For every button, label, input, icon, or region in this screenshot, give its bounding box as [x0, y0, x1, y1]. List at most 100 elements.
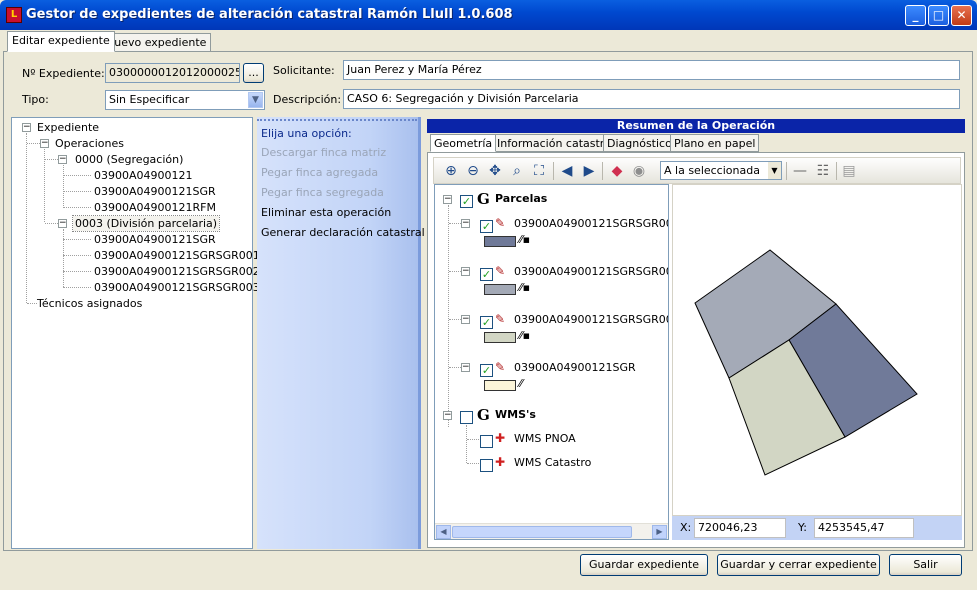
collapse-icon[interactable]: − [443, 411, 452, 420]
collapse-icon[interactable]: − [461, 363, 470, 372]
tab-geometria[interactable]: Geometría [430, 134, 497, 152]
group-icon: G [477, 190, 490, 208]
tab-editar-expediente[interactable]: Editar expediente [7, 31, 115, 52]
tree-item[interactable]: 03900A04900121SGRSGR001 [94, 248, 260, 263]
group-wms[interactable]: WMS's [495, 408, 536, 421]
layer-item[interactable]: 03900A04900121SGRSGR003 [514, 217, 668, 230]
zoom-select-value: A la seleccionada [664, 164, 760, 177]
option-pegar-agregada[interactable]: Pegar finca agregada [261, 166, 378, 179]
tree-item[interactable]: 03900A04900121SGR [94, 184, 216, 199]
layer-swatch [484, 380, 516, 391]
layer-checkbox[interactable]: ✓ [480, 220, 493, 233]
parcel-map[interactable] [673, 185, 963, 517]
zoom-select[interactable]: A la seleccionada ▼ [660, 161, 782, 180]
tree-item[interactable]: 03900A04900121 [94, 168, 193, 183]
minimize-button[interactable]: _ [905, 5, 926, 26]
maximize-button[interactable]: □ [928, 5, 949, 26]
y-label: Y: [798, 521, 807, 534]
tree-root-expediente[interactable]: Expediente [37, 120, 99, 135]
tree-item[interactable]: 03900A04900121RFM [94, 200, 216, 215]
option-descargar-finca[interactable]: Descargar finca matriz [261, 146, 386, 159]
zoom-full-icon[interactable]: ⛶ [530, 162, 548, 180]
collapse-icon[interactable]: − [461, 267, 470, 276]
tipo-select[interactable]: Sin Especificar ▼ [105, 90, 265, 110]
map-toolbar: ⊕ ⊖ ✥ ⌕ ⛶ ◀ ▶ ◆ ◉ A la seleccionada ▼ — … [433, 157, 961, 184]
guardar-cerrar-button[interactable]: Guardar y cerrar expediente [717, 554, 880, 576]
layer-checkbox[interactable]: ✓ [480, 364, 493, 377]
horizontal-scrollbar[interactable]: ◀ ▶ [435, 523, 668, 539]
zoom-prev-icon[interactable]: ◀ [558, 162, 576, 180]
zoom-out-icon[interactable]: ⊖ [464, 162, 482, 180]
line-style-icon: ⁄⁄ [519, 377, 523, 390]
layer-checkbox[interactable]: ✓ [480, 268, 493, 281]
tree-item[interactable]: 03900A04900121SGRSGR003 [94, 280, 260, 295]
descripcion-field[interactable]: CASO 6: Segregación y División Parcelari… [343, 89, 960, 109]
guardar-expediente-button[interactable]: Guardar expediente [580, 554, 708, 576]
layer-checkbox[interactable] [480, 435, 493, 448]
collapse-icon[interactable]: − [461, 219, 470, 228]
layer-checkbox[interactable]: ✓ [460, 195, 473, 208]
eye-icon[interactable]: ◉ [630, 162, 648, 180]
group-parcelas[interactable]: Parcelas [495, 192, 547, 205]
zoom-extent-icon[interactable]: ⌕ [508, 162, 526, 180]
salir-button[interactable]: Salir [889, 554, 962, 576]
tree-item[interactable]: 03900A04900121SGRSGR002 [94, 264, 260, 279]
eraser-icon[interactable]: ◆ [608, 162, 626, 180]
tree-node-op-division[interactable]: 0003 (División parcelaria) [71, 215, 221, 232]
layer-icon: ✎ [495, 216, 506, 230]
browse-button[interactable]: ... [243, 63, 264, 83]
tab-nuevo-expediente[interactable]: Nuevo expediente [101, 33, 212, 52]
options-header: Elija una opción: [261, 127, 352, 140]
collapse-icon[interactable]: − [58, 155, 67, 164]
layer-checkbox[interactable] [460, 411, 473, 424]
layer-checkbox[interactable]: ✓ [480, 316, 493, 329]
layer-icon: ✎ [495, 264, 506, 278]
scroll-thumb[interactable] [452, 526, 632, 538]
tab-diagnostico[interactable]: Diagnóstico [603, 134, 676, 152]
option-pegar-segregada[interactable]: Pegar finca segregada [261, 186, 384, 199]
line-style-icon: ⁄⁄▪ [519, 281, 531, 294]
y-coordinate: 4253545,47 [814, 518, 914, 538]
collapse-icon[interactable]: − [443, 195, 452, 204]
document-icon[interactable]: ▤ [840, 162, 858, 180]
scroll-right-icon[interactable]: ▶ [652, 525, 667, 539]
solicitante-field[interactable]: Juan Perez y María Pérez [343, 60, 960, 80]
zoom-next-icon[interactable]: ▶ [580, 162, 598, 180]
expediente-field[interactable]: 0300000012012000025 [105, 63, 240, 83]
zoom-in-icon[interactable]: ⊕ [442, 162, 460, 180]
option-eliminar-operacion[interactable]: Eliminar esta operación [261, 206, 391, 219]
layer-item[interactable]: 03900A04900121SGR [514, 361, 636, 374]
map-view[interactable] [672, 184, 962, 516]
x-label: X: [680, 521, 692, 534]
pan-icon[interactable]: ✥ [486, 162, 504, 180]
collapse-icon[interactable]: − [461, 315, 470, 324]
summary-title: Resumen de la Operación [427, 119, 965, 133]
tipo-select-value: Sin Especificar [109, 93, 190, 106]
layer-tree: − ✓ G Parcelas − ✓ ✎ 03900A04900121SGRSG… [434, 184, 669, 540]
option-generar-declaracion[interactable]: Generar declaración catastral [261, 226, 425, 239]
tree-node-tecnicos[interactable]: Técnicos asignados [37, 296, 142, 311]
collapse-icon[interactable]: − [58, 219, 67, 228]
tab-plano-papel[interactable]: Plano en papel [670, 134, 760, 152]
collapse-icon[interactable]: − [40, 139, 49, 148]
line-icon[interactable]: — [791, 162, 809, 180]
tree-item[interactable]: 03900A04900121SGR [94, 232, 216, 247]
layer-swatch [484, 332, 516, 343]
collapse-icon[interactable]: − [22, 123, 31, 132]
tree-node-op-segregacion[interactable]: 0000 (Segregación) [75, 152, 183, 167]
layers-icon[interactable]: ☷ [814, 162, 832, 180]
tab-informacion-catastral[interactable]: Información catastral [493, 134, 619, 152]
close-button[interactable]: ✕ [951, 5, 972, 26]
chevron-down-icon[interactable]: ▼ [248, 92, 263, 108]
line-style-icon: ⁄⁄▪ [519, 233, 531, 246]
scroll-left-icon[interactable]: ◀ [436, 525, 451, 539]
layer-item[interactable]: 03900A04900121SGRSGR002 [514, 265, 668, 278]
layer-item[interactable]: WMS PNOA [514, 432, 576, 445]
layer-item[interactable]: WMS Catastro [514, 456, 591, 469]
tree-node-operaciones[interactable]: Operaciones [55, 136, 124, 151]
layer-item[interactable]: 03900A04900121SGRSGR001 [514, 313, 668, 326]
line-style-icon: ⁄⁄▪ [519, 329, 531, 342]
wms-icon: ✚ [495, 431, 506, 445]
chevron-down-icon[interactable]: ▼ [768, 162, 781, 179]
layer-checkbox[interactable] [480, 459, 493, 472]
